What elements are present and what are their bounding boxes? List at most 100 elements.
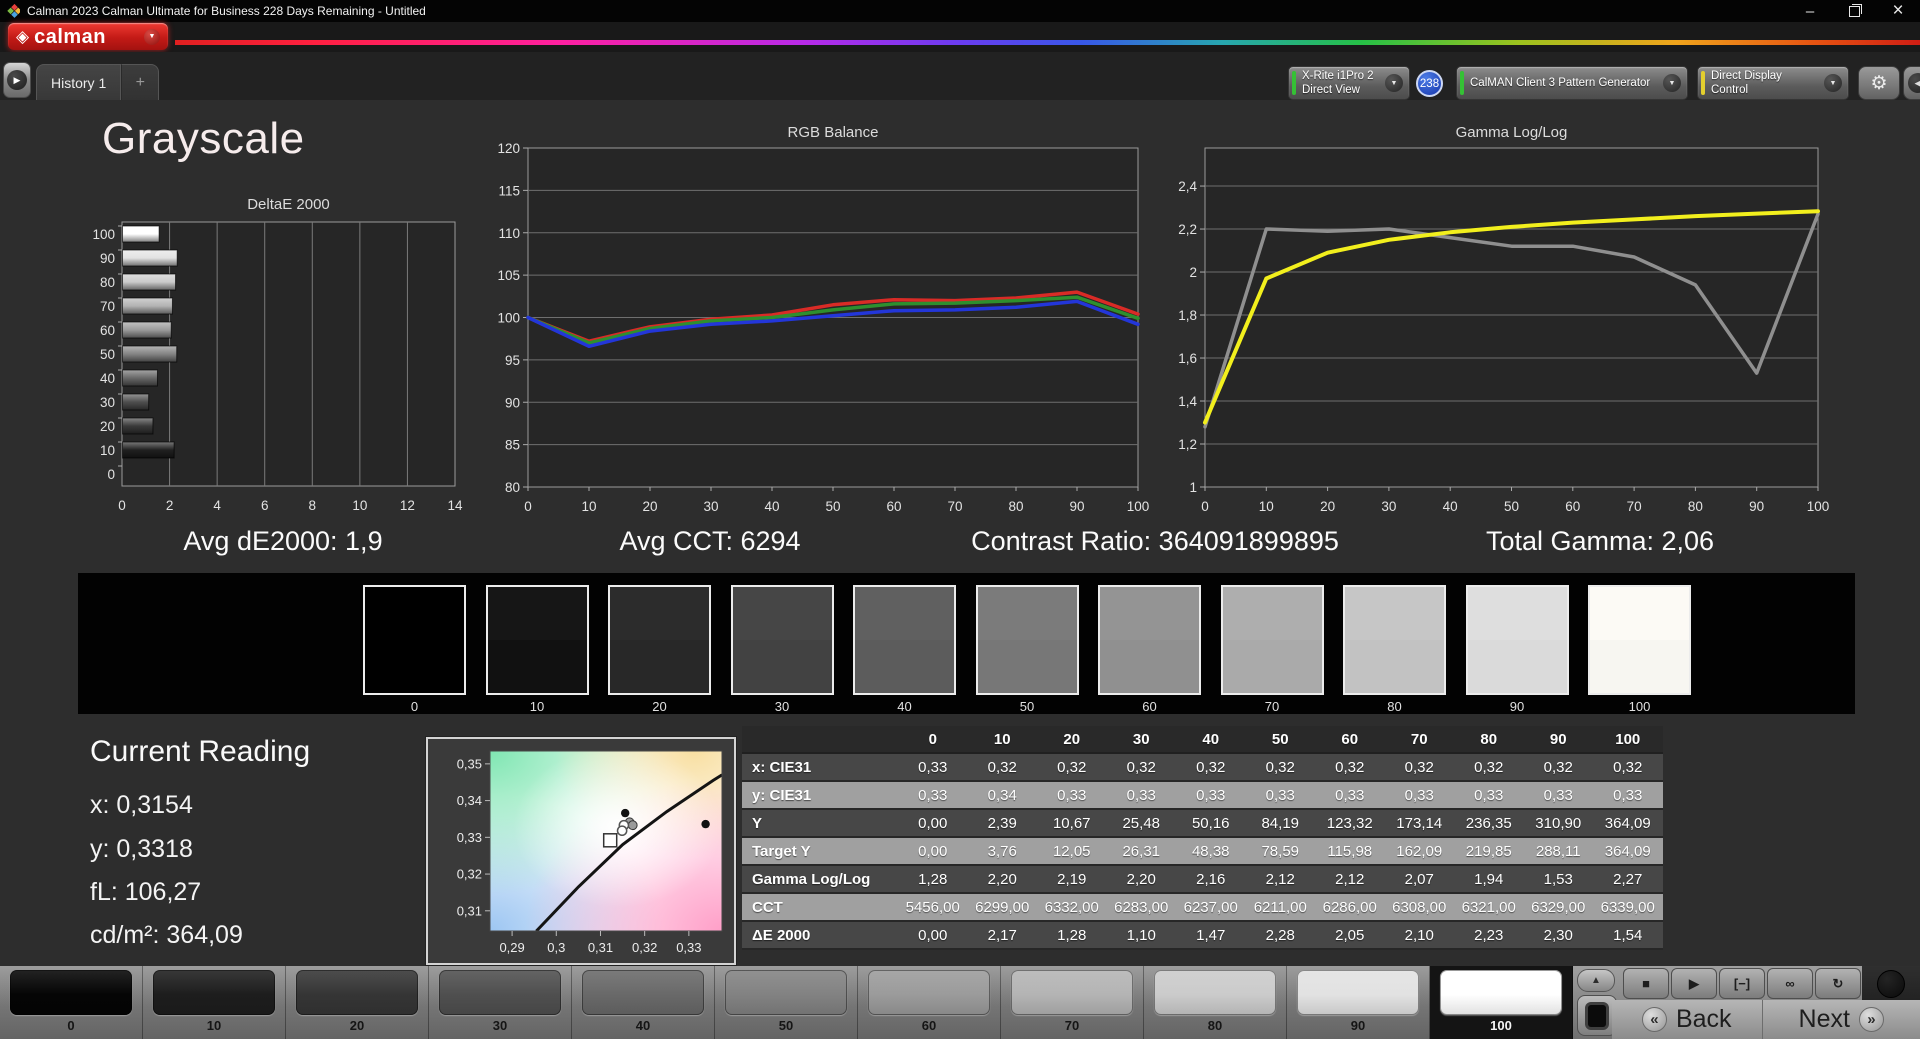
swatch-target (1222, 640, 1322, 693)
gray-step-button-80[interactable]: 80 (1144, 966, 1287, 1039)
svg-text:70: 70 (100, 299, 115, 314)
measured-point (621, 808, 630, 818)
page-title: Grayscale (102, 114, 305, 163)
meter-count-badge[interactable]: 238 (1416, 70, 1443, 97)
table-cell: 6237,00 (1183, 898, 1238, 916)
gray-step-button-0[interactable]: 0 (0, 966, 143, 1039)
table-cell: 78,59 (1261, 842, 1300, 860)
svg-text:1,4: 1,4 (1178, 394, 1197, 409)
back-button[interactable]: « Back (1612, 1000, 1763, 1039)
table-row-label: Y (752, 814, 763, 832)
gray-step-button-70[interactable]: 70 (1001, 966, 1144, 1039)
step-label: 80 (1207, 1018, 1223, 1033)
table-row: CCT 5456,00 6299,00 6332,00 6283,00 6237,00 62… (742, 894, 1663, 922)
table-cell: 162,09 (1396, 842, 1443, 860)
table-cell: 0,32 (1404, 758, 1434, 776)
swatch-target (1345, 640, 1444, 693)
svg-text:6: 6 (261, 498, 269, 513)
gray-step-button-30[interactable]: 30 (429, 966, 572, 1039)
refresh-button[interactable]: ↻ (1815, 968, 1861, 999)
close-button[interactable]: × (1876, 0, 1920, 22)
svg-text:10: 10 (1259, 499, 1274, 514)
table-cell: 2,39 (987, 814, 1017, 832)
deltae-chart-title: DeltaE 2000 (247, 196, 330, 213)
history-tab-label[interactable]: History 1 (36, 64, 122, 100)
swatch-0 (363, 585, 466, 695)
svg-text:80: 80 (505, 480, 520, 495)
table-cell: 2,12 (1265, 870, 1295, 888)
table-cell: 0,32 (1126, 758, 1156, 776)
collapse-panel-button[interactable]: ◀ (1903, 66, 1920, 100)
calman-menu-arrow-icon: ▼ (144, 28, 160, 45)
stop-button[interactable]: ■ (1623, 968, 1669, 999)
meter-status-bar (1292, 71, 1296, 95)
pattern-window-button[interactable]: [−] (1719, 968, 1765, 999)
table-cell: 173,14 (1396, 814, 1443, 832)
table-row: Gamma Log/Log 1,28 2,20 2,19 2,20 2,16 2,12 2,1… (742, 866, 1663, 894)
display-dropdown-label: Direct Display Control (1711, 69, 1782, 96)
pattern-preview-button[interactable] (1577, 995, 1617, 1036)
continuous-button[interactable]: ∞ (1767, 968, 1813, 999)
gray-step-button-60[interactable]: 60 (858, 966, 1001, 1039)
table-header-row: 0 10 20 30 40 50 60 70 80 90 100 (742, 726, 1663, 754)
swatch-label-100: 100 (1628, 699, 1651, 714)
table-row: y: CIE31 0,33 0,34 0,33 0,33 0,33 0,33 0,33 0,33… (742, 782, 1663, 810)
layout-flyout-button[interactable]: ▶ (3, 62, 31, 98)
svg-text:95: 95 (505, 353, 520, 368)
table-cell: 5456,00 (905, 898, 960, 916)
play-arrow-icon: ▶ (7, 70, 27, 90)
swatch-60 (1098, 585, 1201, 695)
svg-text:10: 10 (581, 499, 596, 514)
gray-step-button-10[interactable]: 10 (143, 966, 286, 1039)
step-swatch (868, 970, 990, 1015)
gray-step-button-50[interactable]: 50 (715, 966, 858, 1039)
display-control-dropdown[interactable]: Direct Display Control ▼ (1697, 66, 1849, 100)
play-button[interactable]: ▶ (1671, 968, 1717, 999)
cie-chromaticity-chart: 0,35 0,34 0,33 0,32 0,31 0,29 0,3 0,31 0,32 0,33 (426, 737, 736, 965)
add-tab-button[interactable]: + (121, 64, 160, 100)
table-cell: 6329,00 (1531, 898, 1586, 916)
table-header-cell: 90 (1549, 730, 1567, 748)
svg-text:1,8: 1,8 (1178, 308, 1197, 323)
svg-text:85: 85 (505, 438, 520, 453)
table-header-cell: 70 (1410, 730, 1428, 748)
next-button[interactable]: Next » (1762, 1000, 1920, 1039)
svg-text:2,4: 2,4 (1178, 179, 1197, 194)
step-swatch (1440, 970, 1562, 1015)
step-swatch (296, 970, 418, 1015)
table-cell: 12,05 (1052, 842, 1091, 860)
step-swatch (1011, 970, 1133, 1015)
restore-button[interactable] (1832, 0, 1876, 22)
gray-step-button-90[interactable]: 90 (1287, 966, 1430, 1039)
table-cell: 0,32 (1474, 758, 1504, 776)
svg-text:40: 40 (100, 371, 115, 386)
table-header-cell: 10 (993, 730, 1011, 748)
measured-point (616, 825, 628, 837)
logo-row: ◈ calman ▼ (0, 22, 1920, 52)
swatch-40 (853, 585, 956, 695)
settings-button[interactable]: ⚙ (1858, 66, 1900, 100)
gray-step-button-40[interactable]: 40 (572, 966, 715, 1039)
pattern-generator-dropdown[interactable]: CalMAN Client 3 Pattern Generator ▼ (1456, 66, 1688, 100)
table-cell: 0,32 (1335, 758, 1365, 776)
swatch-label-40: 40 (897, 699, 912, 714)
gray-step-button-20[interactable]: 20 (286, 966, 429, 1039)
chevron-double-left-icon: « (1641, 1007, 1667, 1032)
minimize-button[interactable]: – (1788, 0, 1832, 22)
restore-icon (1848, 3, 1862, 17)
gray-step-button-100[interactable]: 100 (1430, 966, 1573, 1039)
measured-point (701, 819, 710, 829)
swatch-actual (732, 587, 832, 640)
current-reading-cd: cd/m²: 364,09 (90, 921, 243, 949)
table-cell: 2,28 (1265, 926, 1295, 944)
table-header-cell: 80 (1480, 730, 1498, 748)
table-cell: 0,33 (1196, 786, 1226, 804)
meter-dropdown[interactable]: X-Rite i1Pro 2 Direct View ▼ (1288, 66, 1410, 100)
table-cell: 0,33 (1057, 786, 1087, 804)
table-cell: 2,20 (1126, 870, 1156, 888)
expand-panel-button[interactable]: ▲ (1577, 969, 1615, 992)
measured-point (627, 820, 638, 831)
calman-menu-button[interactable]: ◈ calman ▼ (8, 23, 168, 50)
tab-history-1[interactable]: History 1 + (36, 64, 160, 100)
svg-text:50: 50 (100, 347, 115, 362)
